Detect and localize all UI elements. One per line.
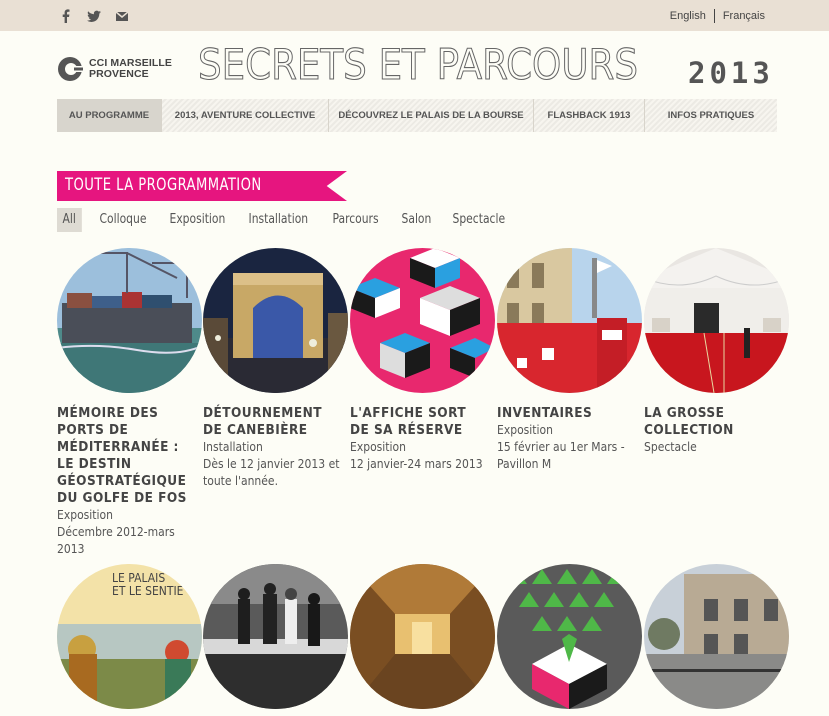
event-card[interactable]: DÉTOURNEMENT DE CANEBIÈRE Installation D…	[203, 248, 348, 490]
logo-line-2: PROVENCE	[89, 68, 149, 80]
event-card[interactable]	[203, 564, 348, 709]
event-image-palais-sentier[interactable]: LE PALAIS ET LE SENTIE	[57, 564, 202, 709]
event-title[interactable]: DÉTOURNEMENT DE CANEBIÈRE	[203, 405, 338, 439]
event-date: 12 janvier-24 mars 2013	[350, 457, 483, 471]
event-image-vote[interactable]	[497, 564, 642, 709]
event-type: Spectacle	[644, 440, 697, 454]
filter-all[interactable]: All	[57, 208, 82, 232]
event-type: Exposition	[57, 508, 113, 522]
section-title: TOUTE LA PROGRAMMATION	[65, 175, 262, 195]
section-banner: TOUTE LA PROGRAMMATION	[57, 171, 347, 201]
event-date: 15 février au 1er Mars - Pavillon M	[497, 440, 625, 471]
event-image-port[interactable]	[57, 248, 202, 393]
event-card[interactable]: LE PALAIS ET LE SENTIE	[57, 564, 202, 709]
event-type: Exposition	[350, 440, 406, 454]
event-card[interactable]	[350, 564, 495, 709]
nav-item-au-programme[interactable]: AU PROGRAMME	[57, 99, 162, 132]
main-nav: AU PROGRAMME 2013, AVENTURE COLLECTIVE D…	[57, 99, 777, 132]
top-bar: English Français	[0, 0, 829, 31]
twitter-icon[interactable]	[86, 8, 102, 24]
poster-line-2: ET LE SENTIE	[112, 584, 184, 598]
category-filters: All Colloque Exposition Installation Par…	[57, 208, 524, 232]
event-image-grosse-collection[interactable]	[644, 248, 789, 393]
event-type: Installation	[203, 440, 263, 454]
event-image-inventaires[interactable]	[497, 248, 642, 393]
event-card[interactable]: MÉMOIRE DES PORTS DE MÉDITERRANÉE : LE D…	[57, 248, 202, 558]
site-title: SECRETS ET PARCOURS	[198, 42, 638, 86]
event-title[interactable]: MÉMOIRE DES PORTS DE MÉDITERRANÉE : LE D…	[57, 405, 192, 507]
nav-item-flashback-1913[interactable]: FLASHBACK 1913	[534, 99, 645, 132]
filter-parcours[interactable]: Parcours	[327, 208, 384, 232]
cci-logo-icon	[58, 57, 83, 81]
site-title-text: SECRETS ET PARCOURS	[198, 42, 638, 86]
lang-french-link[interactable]: Français	[723, 10, 765, 22]
poster-text: LE PALAIS ET LE SENTIE	[112, 572, 183, 598]
event-image-affiche[interactable]	[350, 248, 495, 393]
event-type: Exposition	[497, 423, 553, 437]
lang-divider	[713, 9, 715, 23]
nav-item-palais-de-la-bourse[interactable]: DÉCOUVREZ LE PALAIS DE LA BOURSE	[329, 99, 534, 132]
event-image-canebiere[interactable]	[203, 248, 348, 393]
event-image-groupe[interactable]	[203, 564, 348, 709]
nav-item-aventure-collective[interactable]: 2013, AVENTURE COLLECTIVE	[162, 99, 329, 132]
event-card[interactable]	[644, 564, 789, 709]
filter-salon[interactable]: Salon	[396, 208, 437, 232]
filter-spectacle[interactable]: Spectacle	[447, 208, 511, 232]
event-title[interactable]: LA GROSSE COLLECTION	[644, 405, 779, 439]
event-card[interactable]: LA GROSSE COLLECTION Spectacle	[644, 248, 789, 456]
logo-text: CCI MARSEILLE PROVENCE	[89, 58, 172, 80]
lang-english-link[interactable]: English	[670, 10, 706, 22]
year-badge: 2013	[688, 56, 774, 90]
event-card[interactable]: INVENTAIRES Exposition 15 février au 1er…	[497, 248, 642, 473]
mail-icon[interactable]	[114, 8, 130, 24]
event-card[interactable]	[497, 564, 642, 709]
nav-item-infos-pratiques[interactable]: INFOS PRATIQUES	[645, 99, 777, 132]
event-title[interactable]: L'AFFICHE SORT DE SA RÉSERVE	[350, 405, 485, 439]
filter-exposition[interactable]: Exposition	[164, 208, 231, 232]
event-title[interactable]: INVENTAIRES	[497, 405, 632, 422]
cci-logo[interactable]: CCI MARSEILLE PROVENCE	[57, 55, 172, 83]
event-image-facade[interactable]	[644, 564, 789, 709]
filter-colloque[interactable]: Colloque	[94, 208, 152, 232]
event-image-couloir[interactable]	[350, 564, 495, 709]
social-links	[58, 8, 130, 24]
facebook-icon[interactable]	[58, 8, 74, 24]
language-switcher: English Français	[670, 9, 765, 23]
event-card[interactable]: L'AFFICHE SORT DE SA RÉSERVE Exposition …	[350, 248, 495, 473]
filter-installation[interactable]: Installation	[243, 208, 314, 232]
event-date: Dès le 12 janvier 2013 et toute l'année.	[203, 457, 340, 488]
event-date: Décembre 2012-mars 2013	[57, 525, 175, 556]
